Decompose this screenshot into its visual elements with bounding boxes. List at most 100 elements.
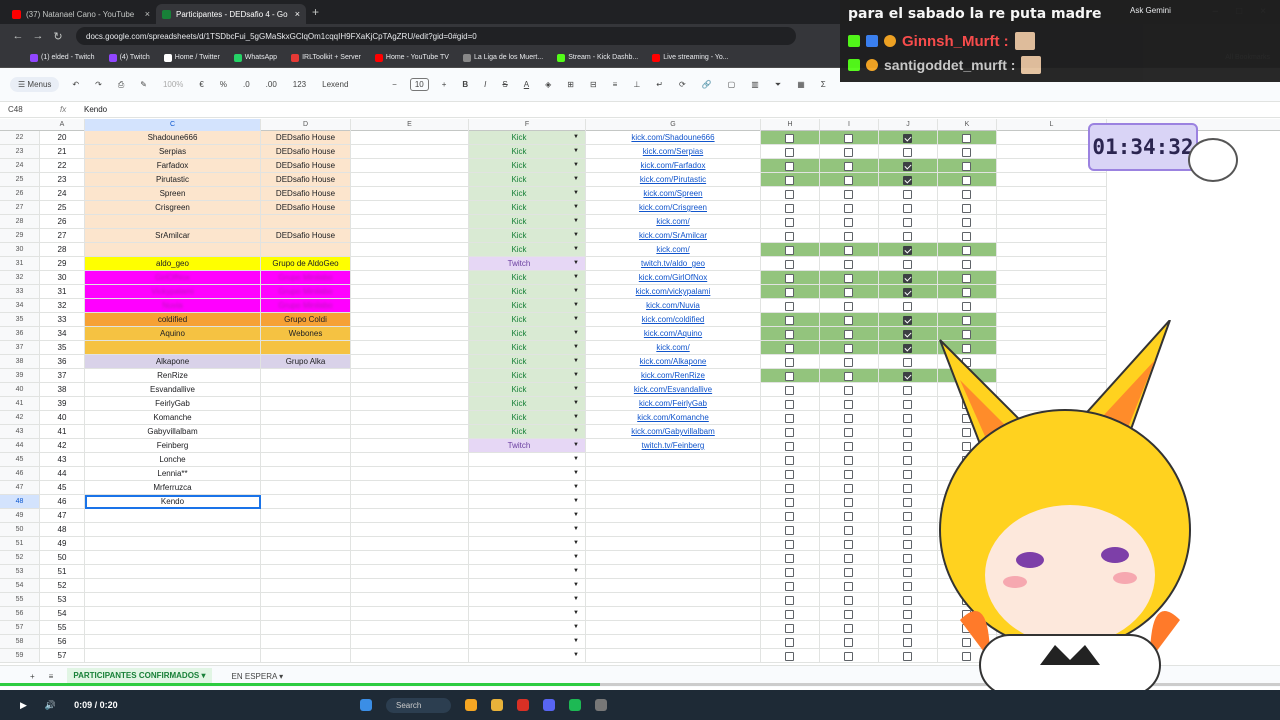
chevron-down-icon[interactable]: ▼ <box>573 229 579 242</box>
participant-number[interactable]: 51 <box>40 565 85 579</box>
taskbar-search[interactable]: Search <box>386 697 452 713</box>
channel-link[interactable] <box>586 593 761 607</box>
group-cell[interactable] <box>261 537 351 551</box>
platform-dropdown[interactable]: Kick ▼ <box>469 425 586 439</box>
group-cell[interactable]: Webones <box>261 327 351 341</box>
empty-cell[interactable] <box>351 173 469 187</box>
chevron-down-icon[interactable]: ▼ <box>573 481 579 494</box>
chevron-down-icon[interactable]: ▼ <box>573 285 579 298</box>
chevron-down-icon[interactable]: ▼ <box>573 523 579 536</box>
chevron-down-icon[interactable]: ▼ <box>573 551 579 564</box>
participant-name-cell[interactable]: Serpias <box>85 145 261 159</box>
empty-cell[interactable] <box>997 173 1107 187</box>
checkbox[interactable] <box>844 484 853 493</box>
platform-dropdown[interactable]: ▼ <box>469 495 586 509</box>
participant-number[interactable]: 49 <box>40 537 85 551</box>
row-header[interactable]: 51 <box>0 537 40 551</box>
chevron-down-icon[interactable]: ▼ <box>573 369 579 382</box>
channel-link[interactable] <box>586 523 761 537</box>
participant-name-cell[interactable] <box>85 523 261 537</box>
empty-cell[interactable] <box>351 509 469 523</box>
row-header[interactable]: 59 <box>0 649 40 663</box>
checkbox[interactable] <box>962 302 971 311</box>
participant-number[interactable]: 21 <box>40 145 85 159</box>
participant-name-cell[interactable] <box>85 509 261 523</box>
checkbox[interactable] <box>785 484 794 493</box>
menus-button[interactable]: ☰ Menus <box>10 77 60 92</box>
participant-name-cell[interactable]: Lonche <box>85 453 261 467</box>
participant-name-cell[interactable] <box>85 551 261 565</box>
checkbox[interactable] <box>903 554 912 563</box>
platform-dropdown[interactable]: Kick ▼ <box>469 313 586 327</box>
checkbox[interactable] <box>903 204 912 213</box>
chevron-down-icon[interactable]: ▼ <box>573 327 579 340</box>
group-cell[interactable]: DEDsafio House <box>261 201 351 215</box>
participant-name-cell[interactable]: Shadoune666 <box>85 131 261 145</box>
bookmark-item[interactable]: WhatsApp <box>233 53 277 62</box>
row-header[interactable]: 43 <box>0 425 40 439</box>
checkbox[interactable] <box>903 624 912 633</box>
empty-cell[interactable] <box>351 383 469 397</box>
bookmark-item[interactable]: Stream - Kick Dashb... <box>557 53 638 62</box>
checkbox[interactable] <box>962 260 971 269</box>
chevron-down-icon[interactable]: ▼ <box>573 159 579 172</box>
channel-link[interactable]: kick.com/Crisgreen <box>586 201 761 215</box>
checkbox[interactable] <box>903 274 912 283</box>
empty-cell[interactable] <box>997 187 1107 201</box>
checkbox[interactable] <box>785 372 794 381</box>
checkbox[interactable] <box>844 204 853 213</box>
obs-icon[interactable] <box>595 699 608 711</box>
bold-icon[interactable]: B <box>459 78 471 91</box>
checkbox[interactable] <box>785 246 794 255</box>
empty-cell[interactable] <box>997 257 1107 271</box>
row-header[interactable]: 26 <box>0 187 40 201</box>
checkbox[interactable] <box>844 330 853 339</box>
bookmark-item[interactable]: Home - YouTube TV <box>374 53 449 62</box>
platform-dropdown[interactable]: Kick ▼ <box>469 173 586 187</box>
play-icon[interactable]: ▶ <box>20 700 27 711</box>
row-header[interactable]: 25 <box>0 173 40 187</box>
checkbox[interactable] <box>903 512 912 521</box>
channel-link[interactable]: kick.com/ <box>586 243 761 257</box>
group-cell[interactable]: DEDsafio House <box>261 145 351 159</box>
empty-cell[interactable] <box>351 635 469 649</box>
checkbox[interactable] <box>785 386 794 395</box>
merge-icon[interactable]: ⊟ <box>587 78 600 91</box>
channel-link[interactable]: kick.com/ <box>586 215 761 229</box>
participant-name-cell[interactable]: Nuvia <box>85 299 261 313</box>
participant-number[interactable]: 35 <box>40 341 85 355</box>
participant-name-cell[interactable] <box>85 243 261 257</box>
bookmark-item[interactable]: La Liga de los Muert... <box>462 53 543 62</box>
platform-dropdown[interactable]: Kick ▼ <box>469 369 586 383</box>
checkbox[interactable] <box>903 288 912 297</box>
start-icon[interactable] <box>360 699 372 711</box>
row-header[interactable]: 49 <box>0 509 40 523</box>
group-cell[interactable] <box>261 523 351 537</box>
channel-link[interactable]: kick.com/coldified <box>586 313 761 327</box>
channel-link[interactable] <box>586 467 761 481</box>
participant-name-cell[interactable]: Pirutastic <box>85 173 261 187</box>
row-header[interactable]: 34 <box>0 299 40 313</box>
row-header[interactable]: 45 <box>0 453 40 467</box>
row-header[interactable]: 31 <box>0 257 40 271</box>
row-header[interactable]: 55 <box>0 593 40 607</box>
participant-name-cell[interactable]: Komanche <box>85 411 261 425</box>
empty-cell[interactable] <box>997 215 1107 229</box>
chevron-down-icon[interactable]: ▼ <box>573 257 579 270</box>
participant-name-cell[interactable]: Kendo <box>85 495 261 509</box>
empty-cell[interactable] <box>351 243 469 257</box>
empty-cell[interactable] <box>351 411 469 425</box>
participant-name-cell[interactable]: RenRize <box>85 369 261 383</box>
channel-link[interactable] <box>586 495 761 509</box>
participant-number[interactable]: 55 <box>40 621 85 635</box>
group-cell[interactable] <box>261 397 351 411</box>
empty-cell[interactable] <box>351 285 469 299</box>
participant-number[interactable]: 44 <box>40 467 85 481</box>
app-icon[interactable] <box>465 699 478 711</box>
participant-number[interactable]: 43 <box>40 453 85 467</box>
channel-link[interactable]: kick.com/Alkapone <box>586 355 761 369</box>
checkbox[interactable] <box>785 442 794 451</box>
checkbox[interactable] <box>903 330 912 339</box>
checkbox[interactable] <box>844 540 853 549</box>
checkbox[interactable] <box>844 638 853 647</box>
